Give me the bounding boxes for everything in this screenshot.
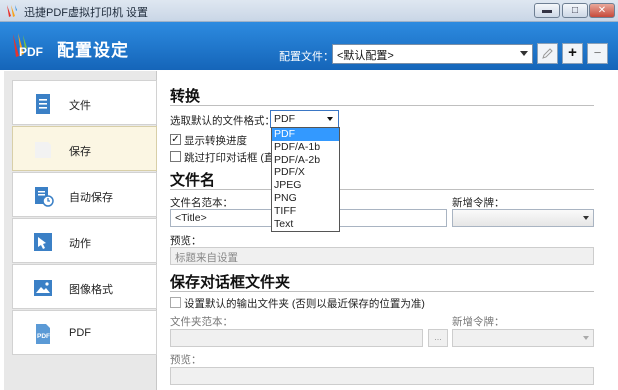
sidebar-item-action[interactable]: 动作 [12, 218, 157, 263]
folder-template-input[interactable] [170, 329, 423, 347]
folder-token-label: 新增令牌： [452, 316, 505, 328]
close-button[interactable]: ✕ [589, 3, 615, 18]
sidebar-item-save[interactable]: 保存 [12, 126, 157, 171]
profile-label: 配置文件： [279, 51, 334, 63]
window-titlebar: 迅捷PDF虚拟打印机 设置 ▬ □ ✕ [0, 0, 618, 22]
app-logo-icon [7, 5, 17, 17]
sidebar-item-label: 保存 [69, 146, 91, 158]
pdf-logo-icon: PDF [13, 33, 43, 59]
profile-select[interactable]: <默认配置> [332, 44, 533, 64]
format-option[interactable]: JPEG [272, 179, 339, 192]
main-panel: 转换 选取默认的文件格式： ✓ 显示转换进度 跳过打印对话框 (直接 文件名 文… [158, 71, 618, 390]
filename-token-label: 新增令牌： [452, 197, 505, 209]
format-option[interactable]: Text [272, 218, 339, 231]
window-title: 迅捷PDF虚拟打印机 设置 [24, 7, 149, 19]
sidebar-item-label: 自动保存 [69, 192, 113, 204]
show-progress-label: 显示转换进度 [184, 135, 247, 147]
skip-dialog-label: 跳过打印对话框 (直接 [184, 152, 285, 164]
format-select-value: PDF [274, 113, 295, 125]
default-folder-label: 设置默认的输出文件夹 (否则以最近保存的位置为准) [184, 298, 425, 310]
rename-profile-button[interactable] [537, 43, 558, 64]
sidebar-item-document[interactable]: 文件 [12, 80, 157, 125]
filename-preview-label: 预览： [170, 235, 202, 247]
folder-template-label: 文件夹范本： [170, 316, 233, 328]
pencil-icon [542, 48, 553, 59]
add-profile-button[interactable]: + [562, 43, 583, 64]
format-dropdown-list: PDF PDF/A-1b PDF/A-2b PDF/X JPEG PNG TIF… [271, 127, 340, 232]
svg-text:PDF: PDF [37, 333, 50, 340]
maximize-button[interactable]: □ [562, 3, 588, 18]
filename-token-select[interactable] [452, 209, 594, 227]
browse-folder-button[interactable]: ... [428, 329, 448, 347]
divider [170, 291, 594, 292]
format-option[interactable]: PDF/A-1b [272, 141, 339, 154]
page-title: 配置设定 [57, 41, 129, 60]
chevron-down-icon [520, 51, 528, 56]
format-option[interactable]: PNG [272, 192, 339, 205]
divider [170, 105, 594, 106]
settings-header: PDF 配置设定 配置文件： <默认配置> + − [0, 22, 618, 70]
svg-text:PDF: PDF [19, 45, 43, 59]
format-select[interactable]: PDF [270, 110, 339, 128]
folder-preview-label: 预览： [170, 354, 202, 366]
show-progress-checkbox[interactable]: ✓ [170, 134, 181, 145]
format-option[interactable]: PDF [272, 128, 339, 141]
pdf-icon: PDF [36, 324, 50, 344]
sidebar-item-label: 图像格式 [69, 284, 113, 296]
format-option[interactable]: TIFF [272, 205, 339, 218]
document-icon [36, 94, 50, 114]
sidebar-item-label: PDF [69, 327, 91, 339]
folder-token-select[interactable] [452, 329, 594, 347]
chevron-down-icon [583, 336, 589, 340]
filename-template-label: 文件名范本： [170, 197, 233, 209]
chevron-down-icon [327, 117, 333, 121]
format-option[interactable]: PDF/A-2b [272, 154, 339, 167]
sidebar-item-auto-save[interactable]: 自动保存 [12, 172, 157, 217]
skip-dialog-checkbox[interactable] [170, 151, 181, 162]
section-title-save-dialog: 保存对话框文件夹 [170, 274, 291, 291]
sidebar: 文件 保存 自动保存 动作 图像格式 PDF PDF [4, 71, 157, 390]
format-option[interactable]: PDF/X [272, 166, 339, 179]
section-title-filename: 文件名 [170, 172, 216, 189]
image-icon [34, 280, 52, 296]
default-folder-checkbox[interactable] [170, 297, 181, 308]
section-title-convert: 转换 [170, 88, 201, 105]
sidebar-item-label: 文件 [69, 100, 91, 112]
remove-profile-button[interactable]: − [587, 43, 608, 64]
sidebar-item-label: 动作 [69, 238, 91, 250]
folder-preview-field [170, 367, 594, 385]
sidebar-item-pdf[interactable]: PDF PDF [12, 310, 157, 355]
sidebar-item-image-format[interactable]: 图像格式 [12, 264, 157, 309]
chevron-down-icon [583, 216, 589, 220]
save-icon [35, 142, 51, 158]
minimize-button[interactable]: ▬ [534, 3, 560, 18]
divider [170, 189, 594, 190]
filename-preview-field: 标题来自设置 [170, 247, 594, 265]
format-label: 选取默认的文件格式： [170, 115, 275, 127]
action-icon [34, 233, 52, 251]
profile-select-value: <默认配置> [337, 50, 394, 62]
auto-save-icon [35, 187, 54, 207]
